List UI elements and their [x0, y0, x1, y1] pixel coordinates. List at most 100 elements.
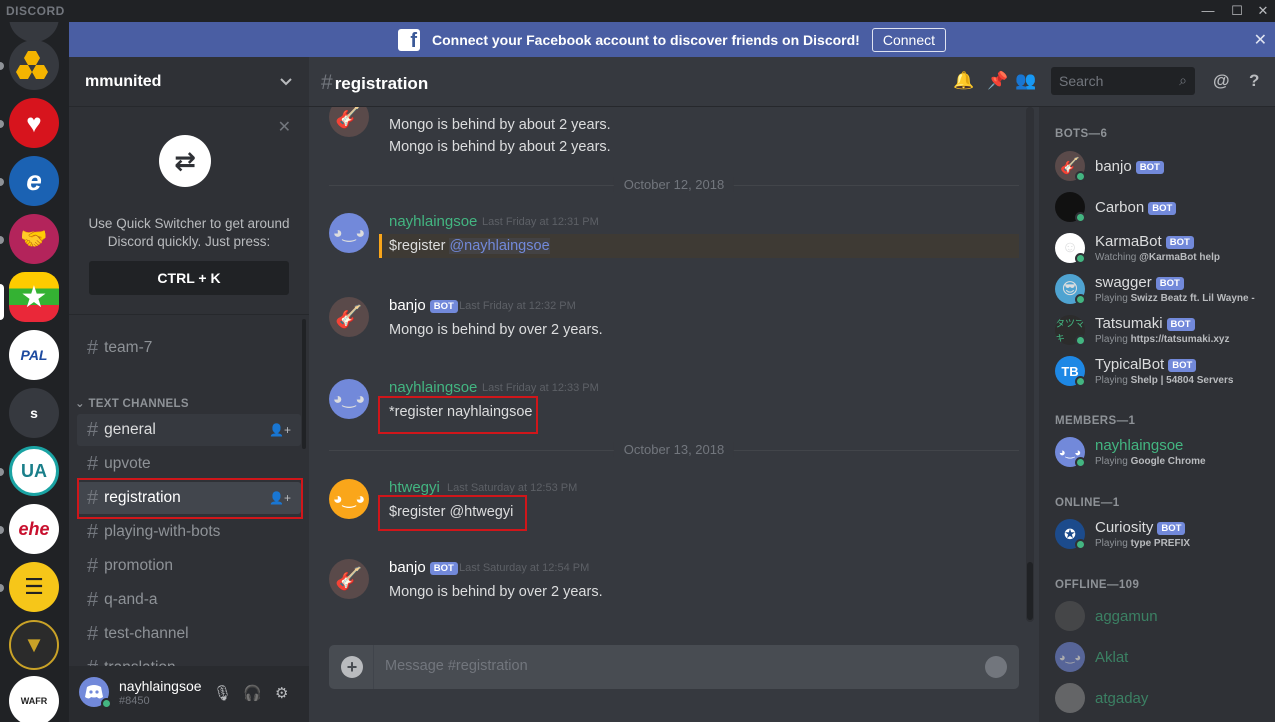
unread-indicator [0, 468, 4, 476]
channel-scrollbar[interactable] [302, 319, 306, 449]
search-input[interactable]: Search ⌕ [1051, 67, 1195, 95]
bell-icon[interactable]: 🔔 [953, 71, 974, 91]
mavericks-logo-icon: ✪ [1064, 525, 1076, 542]
message-text: Mongo is behind by over 2 years. [389, 322, 603, 338]
discord-logo-icon [85, 685, 103, 699]
ua-logo-icon: UA [21, 460, 47, 481]
minimize-button[interactable]: — [1195, 2, 1221, 20]
hexagon-icon [16, 51, 48, 79]
member-name: Tatsumaki BOT [1095, 315, 1195, 332]
online-status-dot [1075, 539, 1086, 550]
message-text: Mongo is behind by about 2 years. [389, 117, 611, 133]
member-item[interactable]: 🎸 banjo BOT [1055, 147, 1270, 187]
bot-badge: BOT [1168, 358, 1197, 372]
member-name: swagger BOT [1095, 274, 1184, 291]
facebook-connect-banner: f Connect your Facebook account to disco… [69, 22, 1275, 57]
server-icon-shield[interactable]: ▼ [9, 620, 59, 670]
member-item[interactable]: aggamun [1055, 597, 1270, 637]
microphone-icon[interactable]: 🎙 [213, 684, 232, 702]
server-header[interactable]: mmunited [69, 57, 309, 107]
message-text: Mongo is behind by about 2 years. [389, 139, 611, 155]
server-icon-hex[interactable] [9, 40, 59, 90]
member-item[interactable]: ◕‿◕ Aklat [1055, 638, 1270, 678]
member-item[interactable]: タツマキ Tatsumaki BOT Playing https://tatsum… [1055, 311, 1270, 351]
channel-upvote[interactable]: # upvote [77, 448, 301, 480]
member-name: banjo BOT [1095, 158, 1164, 175]
message-input[interactable]: Message #registration [385, 658, 528, 674]
message-line: $register @nayhlaingsoe [329, 238, 1019, 258]
add-user-icon[interactable]: 👤+ [269, 423, 291, 437]
pin-icon[interactable]: 📌 [987, 71, 1008, 91]
member-item[interactable]: ◕‿◕ nayhlaingsoe Playing Google Chrome [1055, 433, 1270, 473]
help-icon[interactable]: ? [1249, 71, 1259, 91]
chat-scrollbar-thumb[interactable] [1027, 562, 1033, 620]
author-name[interactable]: banjo BOT [389, 297, 458, 314]
server-icon-pal[interactable]: PAL [9, 330, 59, 380]
member-item[interactable]: ✪ Curiosity BOT Playing type PREFIX [1055, 515, 1270, 555]
channel-promotion[interactable]: # promotion [77, 550, 301, 582]
member-item[interactable]: 😎 swagger BOT Playing Swizz Beatz ft. Lil… [1055, 270, 1270, 310]
member-name: Aklat [1095, 649, 1129, 666]
handshake-icon: 🤝 [20, 226, 48, 251]
close-window-button[interactable]: ✕ [1250, 2, 1275, 20]
channel-title: #registration [321, 71, 429, 94]
category-text-channels[interactable]: ⌄ TEXT CHANNELS [75, 396, 189, 410]
user-mention[interactable]: @nayhlaingsoe [449, 238, 550, 254]
channel-general[interactable]: # general 👤+ [77, 414, 301, 446]
server-icon-myanmar-flag[interactable]: ★ [9, 272, 59, 322]
e-logo-icon: e [26, 165, 42, 196]
gear-icon[interactable]: ⚙ [275, 684, 288, 702]
member-name: TypicalBot BOT [1095, 356, 1197, 373]
bot-badge: BOT [1166, 317, 1195, 331]
avatar[interactable]: ◕‿◕ [329, 379, 369, 419]
author-name[interactable]: nayhlaingsoe [389, 379, 477, 396]
emoji-picker-icon[interactable] [985, 656, 1007, 678]
server-icon-yehe[interactable]: ehe [9, 504, 59, 554]
timestamp: Last Friday at 12:31 PM [482, 216, 599, 228]
channel-playing-with-bots[interactable]: # playing-with-bots [77, 516, 301, 548]
close-icon[interactable]: ✕ [278, 117, 291, 137]
avatar[interactable]: 🎸 [329, 297, 369, 337]
server-icon-heart[interactable]: ♥ [9, 98, 59, 148]
chat-area: #registration 🎸 banjo Mongo is behind by… [309, 57, 1039, 722]
timestamp: Last Friday at 12:32 PM [459, 300, 576, 312]
channel-q-and-a[interactable]: # q-and-a [77, 584, 301, 616]
maximize-button[interactable]: ☐ [1224, 2, 1250, 20]
connect-button[interactable]: Connect [871, 27, 946, 52]
server-icon-s[interactable]: s [9, 388, 59, 438]
channel-sidebar: mmunited ✕ ⇄ Use Quick Switcher to get a… [69, 57, 309, 722]
server-icon[interactable] [9, 22, 59, 42]
member-item[interactable]: Carbon BOT [1055, 188, 1270, 228]
member-item[interactable]: ☺ KarmaBot BOT Watching @KarmaBot help [1055, 229, 1270, 269]
server-icon-ua[interactable]: UA [9, 446, 59, 496]
server-icon-wafr[interactable]: WAFR [9, 676, 59, 722]
bot-badge: BOT [1148, 201, 1177, 215]
avatar[interactable]: ◕‿◕ [329, 479, 369, 519]
chat-scrollbar-track[interactable] [1026, 107, 1034, 622]
member-item[interactable]: atgaday [1055, 679, 1270, 719]
author-name[interactable]: htwegyi [389, 479, 440, 496]
member-status: Watching @KarmaBot help [1095, 252, 1220, 263]
member-status: Playing Shelp | 54804 Servers [1095, 375, 1234, 386]
close-icon[interactable]: ✕ [1254, 30, 1267, 50]
avatar[interactable]: 🎸 [329, 559, 369, 599]
server-icon-handshake[interactable]: 🤝 [9, 214, 59, 264]
channel-test-channel[interactable]: # test-channel [77, 618, 301, 650]
search-icon: ⌕ [1179, 72, 1187, 88]
quick-switcher-text: Use Quick Switcher to get around Discord… [88, 216, 290, 249]
server-icon-list[interactable]: ☰ [9, 562, 59, 612]
hash-icon: # [87, 520, 99, 543]
timestamp: Last Friday at 12:33 PM [482, 382, 599, 394]
headphones-icon[interactable]: 🎧 [243, 684, 262, 702]
server-icon-e[interactable]: e [9, 156, 59, 206]
upload-plus-icon[interactable]: + [341, 656, 363, 678]
unread-indicator [0, 178, 4, 186]
member-name: aggamun [1095, 608, 1158, 625]
members-icon[interactable]: 👥 [1015, 71, 1036, 91]
member-item[interactable]: TB TypicalBot BOT Playing Shelp | 54804 S… [1055, 352, 1270, 392]
author-name[interactable]: banjo BOT [389, 559, 458, 576]
channel-team-7[interactable]: # team-7 [77, 332, 301, 364]
banjo-avatar-icon: 🎸 [335, 566, 363, 591]
mention-icon[interactable]: @ [1213, 71, 1230, 91]
author-name[interactable]: nayhlaingsoe [389, 213, 477, 230]
